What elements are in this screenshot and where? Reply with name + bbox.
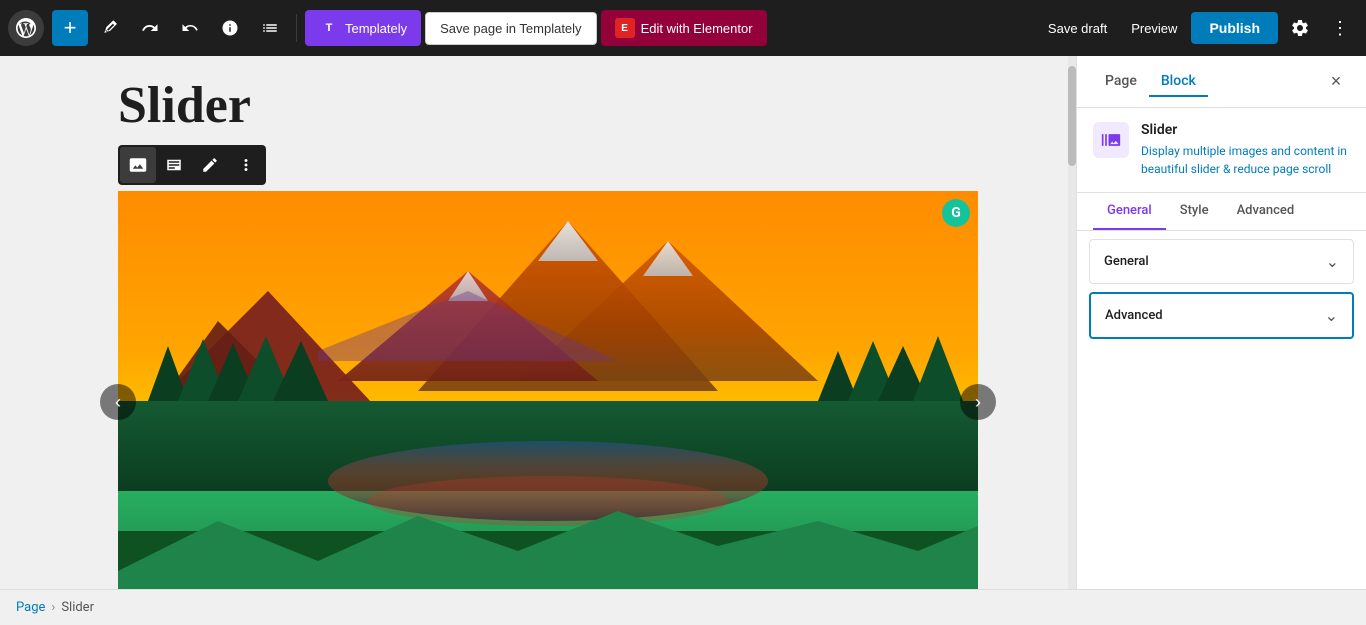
panel-tab-advanced[interactable]: Advanced	[1223, 193, 1309, 230]
block-toolbar	[118, 145, 266, 185]
sidebar-scroll-area: General ⌄ Advanced ⌄	[1077, 231, 1366, 589]
main-toolbar: + T Templately Save page in Templately E…	[0, 0, 1366, 56]
separator-1	[296, 14, 297, 42]
accordion-advanced: Advanced ⌄	[1089, 292, 1354, 339]
accordion-advanced-header[interactable]: Advanced ⌄	[1091, 294, 1352, 337]
panel-tab-style[interactable]: Style	[1166, 193, 1223, 230]
list-view-button[interactable]	[252, 10, 288, 46]
tab-block[interactable]: Block	[1149, 67, 1208, 97]
editor-canvas: Slider G ‹	[0, 56, 1076, 589]
accordion-advanced-label: Advanced	[1105, 308, 1163, 323]
block-toolbar-more-btn[interactable]	[228, 147, 264, 183]
block-toolbar-edit-btn[interactable]	[192, 147, 228, 183]
settings-button[interactable]	[1282, 10, 1318, 46]
canvas-scrollbar[interactable]	[1068, 56, 1076, 589]
edit-elementor-button[interactable]: E Edit with Elementor	[601, 10, 767, 46]
accordion-advanced-arrow: ⌄	[1325, 306, 1338, 325]
panel-tabs: General Style Advanced	[1077, 193, 1366, 231]
redo-button[interactable]	[172, 10, 208, 46]
undo-button[interactable]	[132, 10, 168, 46]
slider-image	[118, 191, 978, 589]
wp-logo[interactable]	[8, 10, 44, 46]
carousel-prev-button[interactable]: ‹	[100, 384, 136, 420]
brush-icon-btn[interactable]	[92, 10, 128, 46]
block-toolbar-image-btn[interactable]	[120, 147, 156, 183]
preview-button[interactable]: Preview	[1121, 13, 1187, 44]
block-title: Slider	[1141, 122, 1350, 138]
add-block-button[interactable]: +	[52, 10, 88, 46]
elementor-icon: E	[615, 18, 635, 38]
templately-icon: T	[319, 18, 339, 38]
slider-container: G ‹	[118, 191, 978, 589]
info-button[interactable]	[212, 10, 248, 46]
save-draft-button[interactable]: Save draft	[1038, 13, 1117, 44]
block-slider-icon	[1093, 122, 1129, 158]
carousel-next-button[interactable]: ›	[960, 384, 996, 420]
templately-button[interactable]: T Templately	[305, 10, 421, 46]
save-page-templately-button[interactable]: Save page in Templately	[425, 12, 596, 45]
sidebar-close-button[interactable]: ×	[1322, 68, 1350, 96]
publish-button[interactable]: Publish	[1191, 12, 1278, 44]
breadcrumb-page-link[interactable]: Page	[16, 600, 45, 615]
breadcrumb: Page › Slider	[0, 589, 1366, 625]
more-options-button[interactable]: ⋮	[1322, 10, 1358, 46]
right-sidebar: Page Block × Slider Display multiple ima…	[1076, 56, 1366, 589]
grammarly-icon: G	[942, 199, 970, 227]
block-info-text: Slider Display multiple images and conte…	[1141, 122, 1350, 178]
sidebar-tabs: Page Block	[1093, 67, 1208, 97]
canvas-inner: Slider G ‹	[88, 56, 988, 589]
main-area: Slider G ‹	[0, 56, 1366, 589]
block-description: Display multiple images and content in b…	[1141, 142, 1350, 178]
tab-page[interactable]: Page	[1093, 67, 1149, 97]
accordion-general-header[interactable]: General ⌄	[1090, 240, 1353, 283]
sidebar-header: Page Block ×	[1077, 56, 1366, 108]
breadcrumb-separator: ›	[51, 600, 55, 615]
block-info: Slider Display multiple images and conte…	[1077, 108, 1366, 193]
accordion-general-label: General	[1104, 254, 1149, 269]
slider-heading: Slider	[108, 76, 968, 135]
block-toolbar-align-btn[interactable]	[156, 147, 192, 183]
panel-tab-general[interactable]: General	[1093, 193, 1166, 230]
accordion-general-arrow: ⌄	[1326, 252, 1339, 271]
accordion-general: General ⌄	[1089, 239, 1354, 284]
canvas-scrollbar-thumb	[1068, 66, 1076, 166]
breadcrumb-current: Slider	[61, 600, 94, 615]
